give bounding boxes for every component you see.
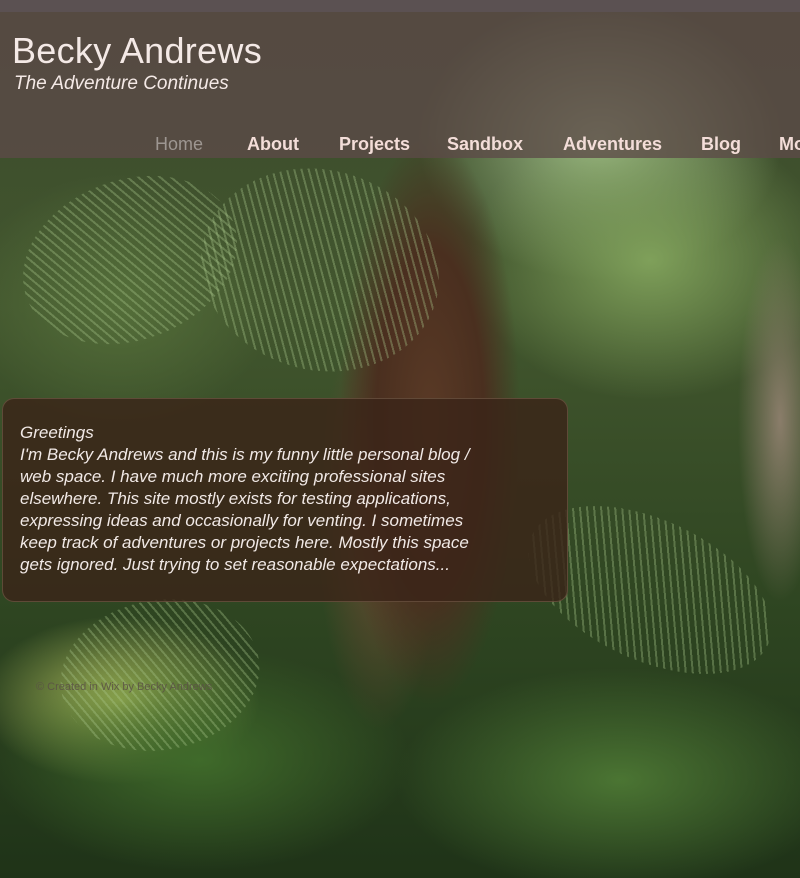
nav-item-more[interactable]: Mo	[779, 134, 800, 155]
nav-item-blog[interactable]: Blog	[701, 134, 741, 155]
site-header: Becky Andrews The Adventure Continues Ho…	[0, 12, 800, 158]
site-title[interactable]: Becky Andrews	[12, 30, 262, 72]
nav-item-sandbox[interactable]: Sandbox	[447, 134, 523, 155]
nav-item-projects[interactable]: Projects	[339, 134, 410, 155]
site-tagline: The Adventure Continues	[14, 73, 229, 94]
fern-leaves	[48, 583, 272, 767]
fern-leaves	[178, 142, 462, 398]
page: Becky Andrews The Adventure Continues Ho…	[0, 0, 800, 878]
nav-item-about[interactable]: About	[247, 134, 299, 155]
greeting-body: I'm Becky Andrews and this is my funny l…	[20, 445, 470, 574]
greeting-box: Greetings I'm Becky Andrews and this is …	[2, 398, 568, 602]
footer-credit: © Created in Wix by Becky Andrews	[36, 681, 213, 693]
main-nav: Home About Projects Sandbox Adventures B…	[0, 134, 800, 158]
top-strip	[0, 0, 800, 12]
nav-item-home[interactable]: Home	[155, 134, 203, 155]
nav-item-adventures[interactable]: Adventures	[563, 134, 662, 155]
greeting-title: Greetings	[20, 423, 94, 442]
